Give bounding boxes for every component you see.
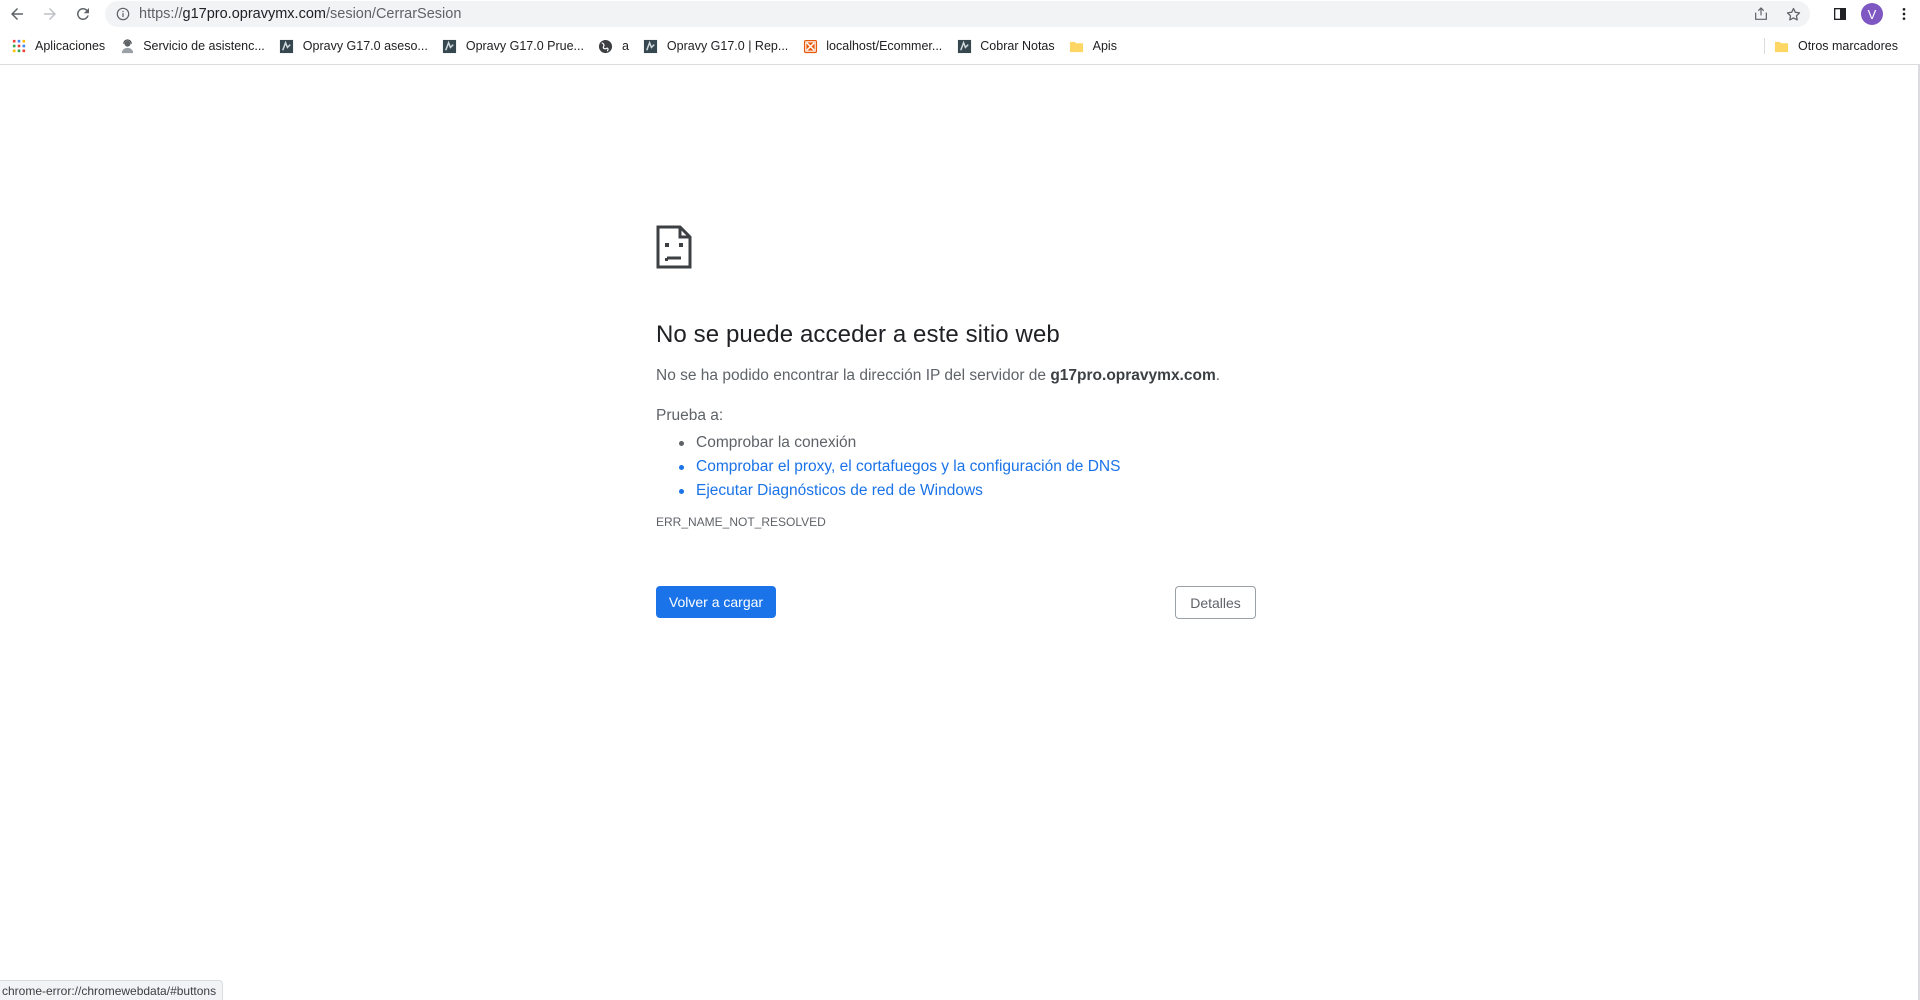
- back-button[interactable]: [1, 0, 33, 28]
- toolbar-divider: [0, 64, 1920, 65]
- bookmark-item[interactable]: Cobrar Notas: [954, 34, 1062, 58]
- folder-icon: [1069, 38, 1085, 54]
- bookmark-item[interactable]: Servicio de asistenc...: [117, 34, 273, 58]
- details-button[interactable]: Detalles: [1175, 586, 1256, 619]
- bookmarks-bar: Aplicaciones Servicio de asistenc... Opr…: [0, 33, 1920, 59]
- globe-icon: [598, 38, 614, 54]
- reload-icon: [76, 7, 89, 20]
- suggestion-run-diagnostics-link[interactable]: Ejecutar Diagnósticos de red de Windows: [679, 479, 1256, 503]
- sad-page-icon: [656, 225, 692, 269]
- bookmark-item[interactable]: a: [596, 34, 637, 58]
- try-label: Prueba a:: [656, 407, 724, 424]
- opravy-site-icon: [956, 38, 972, 54]
- bookmark-item[interactable]: Aplicaciones: [9, 34, 113, 58]
- opravy-site-icon: [442, 38, 458, 54]
- side-panel-icon: [1834, 8, 1846, 20]
- error-title: No se puede acceder a este sitio web: [656, 321, 1060, 348]
- support-person-icon: [119, 38, 135, 54]
- error-host: g17pro.opravymx.com: [1050, 367, 1216, 384]
- bookmark-item[interactable]: Opravy G17.0 aseso...: [277, 34, 436, 58]
- side-panel-button[interactable]: [1824, 0, 1856, 28]
- back-arrow-icon: [11, 8, 23, 20]
- status-bar: chrome-error://chromewebdata/#buttons: [0, 980, 224, 1000]
- opravy-site-icon: [643, 38, 659, 54]
- suggestion-check-connection: Comprobar la conexión: [679, 431, 1256, 455]
- folder-icon: [1774, 38, 1790, 54]
- suggestions-list: Comprobar la conexión Comprobar el proxy…: [679, 431, 1256, 503]
- localhost-icon: [802, 38, 818, 54]
- forward-button[interactable]: [34, 0, 66, 28]
- error-description: No se ha podido encontrar la dirección I…: [656, 367, 1221, 384]
- site-info-icon[interactable]: [115, 6, 131, 22]
- bookmark-item[interactable]: Opravy G17.0 Prue...: [440, 34, 592, 58]
- apps-grid-icon: [11, 38, 27, 54]
- browser-toolbar: https://g17pro.opravymx.com/sesion/Cerra…: [0, 0, 1920, 28]
- bookmark-folder[interactable]: Apis: [1067, 34, 1125, 58]
- bookmark-item[interactable]: Opravy G17.0 | Rep...: [641, 34, 796, 58]
- address-bar[interactable]: https://g17pro.opravymx.com/sesion/Cerra…: [105, 1, 1810, 27]
- bookmark-item[interactable]: localhost/Ecommer...: [800, 34, 950, 58]
- share-icon[interactable]: [1752, 5, 1770, 23]
- url-text[interactable]: https://g17pro.opravymx.com/sesion/Cerra…: [139, 6, 461, 22]
- error-page: No se puede acceder a este sitio web No …: [656, 225, 1256, 619]
- forward-arrow-icon: [44, 8, 56, 20]
- reload-button[interactable]: [67, 0, 99, 28]
- suggestion-check-proxy-link[interactable]: Comprobar el proxy, el cortafuegos y la …: [679, 455, 1256, 479]
- avatar: V: [1861, 3, 1883, 25]
- reload-page-button[interactable]: Volver a cargar: [656, 586, 776, 618]
- more-vert-icon: [1902, 8, 1906, 20]
- error-code: ERR_NAME_NOT_RESOLVED: [656, 515, 826, 529]
- menu-button[interactable]: [1888, 0, 1920, 28]
- other-bookmarks-folder[interactable]: Otros marcadores: [1772, 33, 1906, 59]
- bookmark-star-icon[interactable]: [1784, 5, 1802, 23]
- bookmarks-separator: [1764, 38, 1765, 54]
- profile-button[interactable]: V: [1856, 0, 1888, 28]
- opravy-site-icon: [279, 38, 295, 54]
